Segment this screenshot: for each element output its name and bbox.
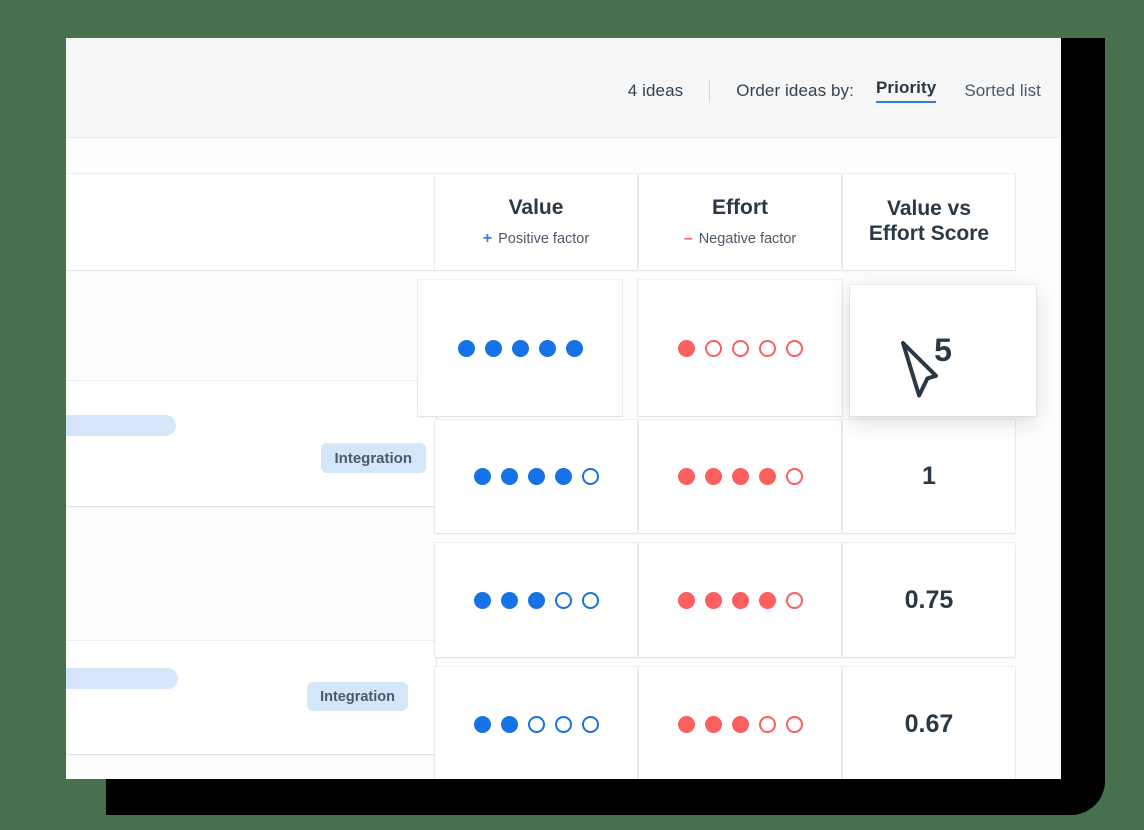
- effort-dot-filled[interactable]: [732, 716, 749, 733]
- value-dot-empty[interactable]: [528, 716, 545, 733]
- effort-header-title: Effort: [712, 196, 768, 221]
- ideas-grid: Value + Positive factor Effort – Negativ…: [66, 138, 1061, 779]
- idea-cell-row-2[interactable]: Integration: [66, 641, 436, 754]
- value-dot-filled[interactable]: [512, 340, 529, 357]
- idea-tag-row-1[interactable]: Integration: [321, 443, 427, 473]
- column-header-score: Value vs Effort Score: [843, 174, 1015, 270]
- effort-dot-filled[interactable]: [678, 468, 695, 485]
- effort-dots-row-2: [639, 420, 841, 533]
- board-toolbar: 4 ideas Order ideas by: Priority Sorted …: [66, 38, 1061, 138]
- value-cell-row-4[interactable]: [435, 667, 637, 779]
- effort-cell-row-1[interactable]: [638, 280, 842, 416]
- effort-header-subtitle: – Negative factor: [684, 230, 796, 248]
- score-cell-row-4[interactable]: 0.67: [843, 667, 1015, 779]
- effort-dot-empty[interactable]: [759, 716, 776, 733]
- value-cell-row-2[interactable]: [435, 420, 637, 533]
- effort-header-subtitle-text: Negative factor: [699, 231, 797, 247]
- effort-dot-filled[interactable]: [705, 592, 722, 609]
- effort-dot-empty[interactable]: [786, 468, 803, 485]
- value-dot-filled[interactable]: [501, 592, 518, 609]
- effort-dot-empty[interactable]: [759, 340, 776, 357]
- value-dot-empty[interactable]: [582, 468, 599, 485]
- score-cell-row-3[interactable]: 0.75: [843, 543, 1015, 657]
- effort-cell-row-2[interactable]: [639, 420, 841, 533]
- effort-dot-empty[interactable]: [786, 340, 803, 357]
- column-header-effort: Effort – Negative factor: [639, 174, 841, 270]
- value-header-subtitle-text: Positive factor: [498, 231, 589, 247]
- value-dot-filled[interactable]: [555, 468, 572, 485]
- value-dot-filled[interactable]: [474, 592, 491, 609]
- value-header-subtitle: + Positive factor: [483, 230, 589, 248]
- value-dot-empty[interactable]: [555, 716, 572, 733]
- idea-title-placeholder: [66, 668, 178, 689]
- value-dot-empty[interactable]: [582, 592, 599, 609]
- effort-dots-row-4: [639, 667, 841, 779]
- value-dots-row-4: [435, 667, 637, 779]
- effort-cell-row-4[interactable]: [639, 667, 841, 779]
- effort-dot-filled[interactable]: [678, 716, 695, 733]
- toolbar-controls: 4 ideas Order ideas by: Priority Sorted …: [628, 78, 1041, 103]
- value-dots-row-3: [435, 543, 637, 657]
- idea-tag-row-2[interactable]: Integration: [307, 682, 408, 711]
- value-header-title: Value: [509, 196, 564, 221]
- idea-count-label: 4 ideas: [628, 81, 684, 101]
- value-dot-filled[interactable]: [501, 716, 518, 733]
- effort-dot-filled[interactable]: [705, 716, 722, 733]
- sort-option-priority[interactable]: Priority: [876, 78, 936, 103]
- value-dots-row-1: [418, 280, 622, 416]
- value-dots-row-2: [435, 420, 637, 533]
- score-cell-row-1[interactable]: 5: [850, 285, 1036, 416]
- toolbar-divider: [709, 80, 710, 102]
- value-dot-filled[interactable]: [566, 340, 583, 357]
- effort-dot-filled[interactable]: [732, 592, 749, 609]
- effort-dot-filled[interactable]: [732, 468, 749, 485]
- score-header-title: Value vs Effort Score: [859, 197, 999, 247]
- idea-cell-row-1[interactable]: Integration: [66, 381, 436, 506]
- sort-option-sorted-list[interactable]: Sorted list: [964, 81, 1041, 101]
- value-dot-filled[interactable]: [485, 340, 502, 357]
- prioritization-board-card: 4 ideas Order ideas by: Priority Sorted …: [66, 38, 1061, 779]
- column-header-idea: [66, 174, 436, 270]
- effort-dot-filled[interactable]: [678, 592, 695, 609]
- effort-dot-filled[interactable]: [759, 468, 776, 485]
- value-cell-row-1[interactable]: [418, 280, 622, 416]
- value-dot-filled[interactable]: [539, 340, 556, 357]
- minus-icon: –: [684, 230, 693, 248]
- value-dot-filled[interactable]: [528, 592, 545, 609]
- effort-dot-filled[interactable]: [705, 468, 722, 485]
- value-dot-filled[interactable]: [501, 468, 518, 485]
- order-ideas-by-label: Order ideas by:: [736, 81, 854, 101]
- value-dot-filled[interactable]: [474, 468, 491, 485]
- value-dot-filled[interactable]: [458, 340, 475, 357]
- effort-dot-empty[interactable]: [786, 716, 803, 733]
- effort-dot-filled[interactable]: [678, 340, 695, 357]
- effort-cell-row-3[interactable]: [639, 543, 841, 657]
- value-dot-empty[interactable]: [555, 592, 572, 609]
- column-header-value: Value + Positive factor: [435, 174, 637, 270]
- value-dot-filled[interactable]: [474, 716, 491, 733]
- value-dot-filled[interactable]: [528, 468, 545, 485]
- effort-dot-filled[interactable]: [759, 592, 776, 609]
- effort-dot-empty[interactable]: [705, 340, 722, 357]
- effort-dot-empty[interactable]: [786, 592, 803, 609]
- effort-dots-row-3: [639, 543, 841, 657]
- plus-icon: +: [483, 230, 492, 248]
- value-dot-empty[interactable]: [582, 716, 599, 733]
- effort-dot-empty[interactable]: [732, 340, 749, 357]
- score-cell-row-2[interactable]: 1: [843, 420, 1015, 533]
- effort-dots-row-1: [638, 280, 842, 416]
- value-cell-row-3[interactable]: [435, 543, 637, 657]
- idea-title-placeholder: [66, 415, 176, 436]
